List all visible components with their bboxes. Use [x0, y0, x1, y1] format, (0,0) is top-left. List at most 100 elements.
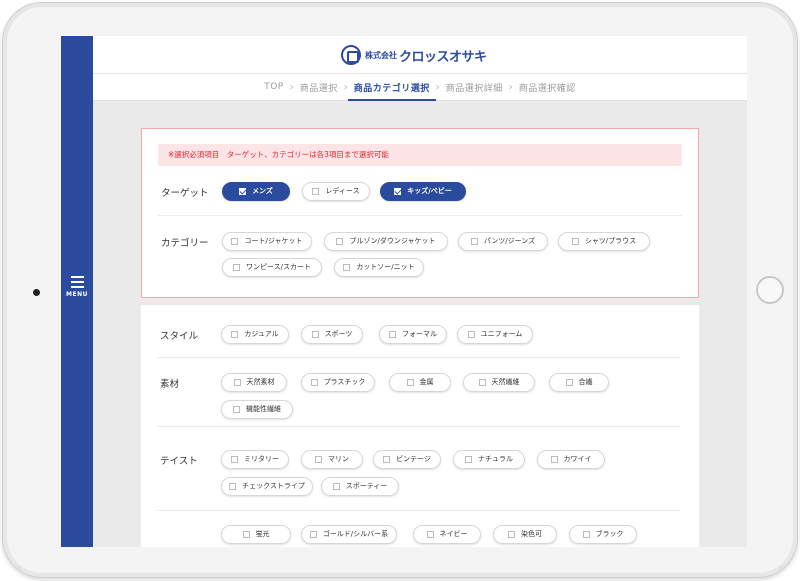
checkbox-icon — [231, 331, 239, 338]
breadcrumb-item-product-select[interactable]: 商品選択 — [294, 81, 344, 94]
taste-label: テイスト — [160, 456, 198, 467]
required-panel: ※選択必須項目 ターゲット、カテゴリーは各3項目まで選択可能 ターゲット メンズ… — [141, 128, 699, 298]
checkbox-icon — [467, 331, 475, 338]
chip-other-fluorescent[interactable]: 蛍光 — [221, 525, 291, 544]
chip-label: ビンテージ — [396, 455, 431, 463]
category-row: カテゴリー コート/ジャケット ブルゾン/ダウンジャケット パンツ/ジーンズ シ… — [158, 216, 682, 286]
checkbox-icon — [231, 456, 238, 463]
breadcrumb-item-category-select[interactable]: 商品カテゴリ選択 — [347, 74, 436, 101]
chip-category-cutsew[interactable]: カットソー/ニット — [334, 258, 424, 277]
chip-taste-check-stripe[interactable]: チェックストライプ — [221, 477, 313, 496]
chip-label: ミリタリー — [244, 455, 279, 463]
checkbox-icon — [383, 456, 391, 463]
chip-style-casual[interactable]: カジュアル — [221, 325, 289, 344]
chip-label: チェックストライプ — [242, 482, 305, 490]
checkbox-icon — [315, 456, 322, 463]
chip-taste-vintage[interactable]: ビンテージ — [373, 450, 441, 469]
chip-label: 染色可 — [521, 530, 542, 538]
breadcrumb-item-select-detail[interactable]: 商品選択詳細 — [440, 81, 509, 94]
menu-button[interactable]: MENU — [61, 276, 93, 306]
chip-target-kids-baby[interactable]: キッズ/ベビー — [380, 182, 466, 201]
chip-other-navy[interactable]: ネイビー — [413, 525, 481, 544]
home-button[interactable] — [756, 276, 784, 304]
taste-row: テイスト ミリタリー マリン ビンテージ ナチュラル カワイイ チェックストライ… — [157, 427, 681, 511]
chip-label: コート/ジャケット — [244, 237, 303, 245]
breadcrumb-item-select-confirm[interactable]: 商品選択確認 — [513, 81, 582, 94]
chip-style-formal[interactable]: フォーマル — [379, 325, 447, 344]
chip-material-natural-fiber[interactable]: 天然繊維 — [463, 373, 535, 392]
chip-label: ナチュラル — [478, 455, 513, 463]
chip-taste-sporty[interactable]: スポーティー — [321, 477, 399, 496]
chip-other-gold-silver[interactable]: ゴールド/シルバー系 — [301, 525, 397, 544]
chip-label: ユニフォーム — [480, 330, 523, 338]
chip-label: ブラック — [595, 530, 624, 538]
checkbox-icon — [406, 379, 414, 386]
checkbox-icon — [332, 483, 340, 490]
checkbox-icon — [565, 379, 573, 386]
logo-company-name: クロッスオサキ — [399, 49, 487, 65]
checkbox-icon — [229, 483, 237, 490]
breadcrumb-item-top[interactable]: TOP — [258, 82, 290, 92]
chip-label: フォーマル — [402, 330, 437, 338]
chip-target-mens[interactable]: メンズ — [222, 182, 290, 201]
tablet-frame: MENU 株式会社 クロッスオサキ TOP › 商品選択 › 商品カテゴリ選択 … — [2, 2, 798, 578]
material-row: 素材 天然素材 プラスチック 金属 天然繊維 合繊 機能性繊維 — [157, 358, 681, 427]
chip-label: 金属 — [419, 378, 434, 386]
chip-label: カワイイ — [563, 455, 592, 463]
checkbox-icon — [426, 531, 434, 538]
chip-category-blouson[interactable]: ブルゾン/ダウンジャケット — [324, 232, 448, 251]
checkbox-icon — [309, 531, 317, 538]
checkbox-icon — [336, 238, 344, 245]
menu-label: MENU — [66, 291, 88, 298]
checkbox-icon — [508, 531, 515, 538]
chip-label: メンズ — [252, 187, 273, 195]
chip-label: パンツ/ジーンズ — [483, 237, 536, 245]
chip-other-dyeable[interactable]: 染色可 — [493, 525, 557, 544]
chip-label: ブルゾン/ダウンジャケット — [349, 237, 436, 245]
chip-label: カジュアル — [244, 330, 279, 338]
checkbox-icon — [312, 188, 320, 195]
chip-taste-kawaii[interactable]: カワイイ — [537, 450, 605, 469]
chip-label: キッズ/ベビー — [407, 187, 452, 195]
checkbox-icon — [311, 331, 319, 338]
chip-label: 合繊 — [578, 378, 593, 386]
chip-label: スポーツ — [324, 330, 353, 338]
checkbox-icon — [478, 379, 486, 386]
chip-material-functional[interactable]: 機能性繊維 — [221, 400, 293, 419]
chip-category-onepiece[interactable]: ワンピース/スカート — [222, 258, 322, 277]
chip-label: レディース — [325, 187, 360, 195]
checkbox-icon — [470, 238, 478, 245]
chip-label: 機能性繊維 — [246, 405, 281, 413]
chip-label: ワンピース/スカート — [245, 263, 311, 271]
main-content: ※選択必須項目 ターゲット、カテゴリーは各3項目まで選択可能 ターゲット メンズ… — [93, 101, 747, 547]
logo[interactable]: 株式会社 クロッスオサキ — [341, 44, 487, 66]
checkbox-icon — [310, 379, 318, 386]
screen: MENU 株式会社 クロッスオサキ TOP › 商品選択 › 商品カテゴリ選択 … — [61, 36, 747, 547]
chip-taste-military[interactable]: ミリタリー — [221, 450, 289, 469]
chip-category-coat[interactable]: コート/ジャケット — [222, 232, 312, 251]
chip-style-uniform[interactable]: ユニフォーム — [457, 325, 533, 344]
chip-label: マリン — [328, 455, 349, 463]
chip-label: ネイビー — [439, 530, 468, 538]
chip-target-ladies[interactable]: レディース — [302, 182, 370, 201]
chip-category-pants[interactable]: パンツ/ジーンズ — [458, 232, 548, 251]
chip-style-sports[interactable]: スポーツ — [301, 325, 363, 344]
chip-label: プラスチック — [323, 378, 366, 386]
style-row: スタイル カジュアル スポーツ フォーマル ユニフォーム — [157, 317, 681, 358]
chip-other-black[interactable]: ブラック — [569, 525, 637, 544]
chip-material-plastic[interactable]: プラスチック — [301, 373, 375, 392]
checkbox-icon — [465, 456, 472, 463]
chip-taste-marine[interactable]: マリン — [301, 450, 363, 469]
chip-category-shirt[interactable]: シャツ/ブラウス — [558, 232, 650, 251]
chip-material-natural[interactable]: 天然素材 — [221, 373, 287, 392]
optional-panel: スタイル カジュアル スポーツ フォーマル ユニフォーム 素材 天然素材 プラス… — [141, 305, 699, 547]
checkbox-icon — [389, 331, 396, 338]
chip-label: スポーティー — [345, 482, 388, 490]
checkbox-icon — [233, 406, 240, 413]
chip-label: カットソー/ニット — [356, 263, 415, 271]
chip-taste-natural[interactable]: ナチュラル — [453, 450, 525, 469]
chip-material-synthetic[interactable]: 合繊 — [549, 373, 609, 392]
chip-material-metal[interactable]: 金属 — [389, 373, 451, 392]
checkbox-icon — [231, 238, 239, 245]
checkbox-icon — [582, 531, 590, 538]
